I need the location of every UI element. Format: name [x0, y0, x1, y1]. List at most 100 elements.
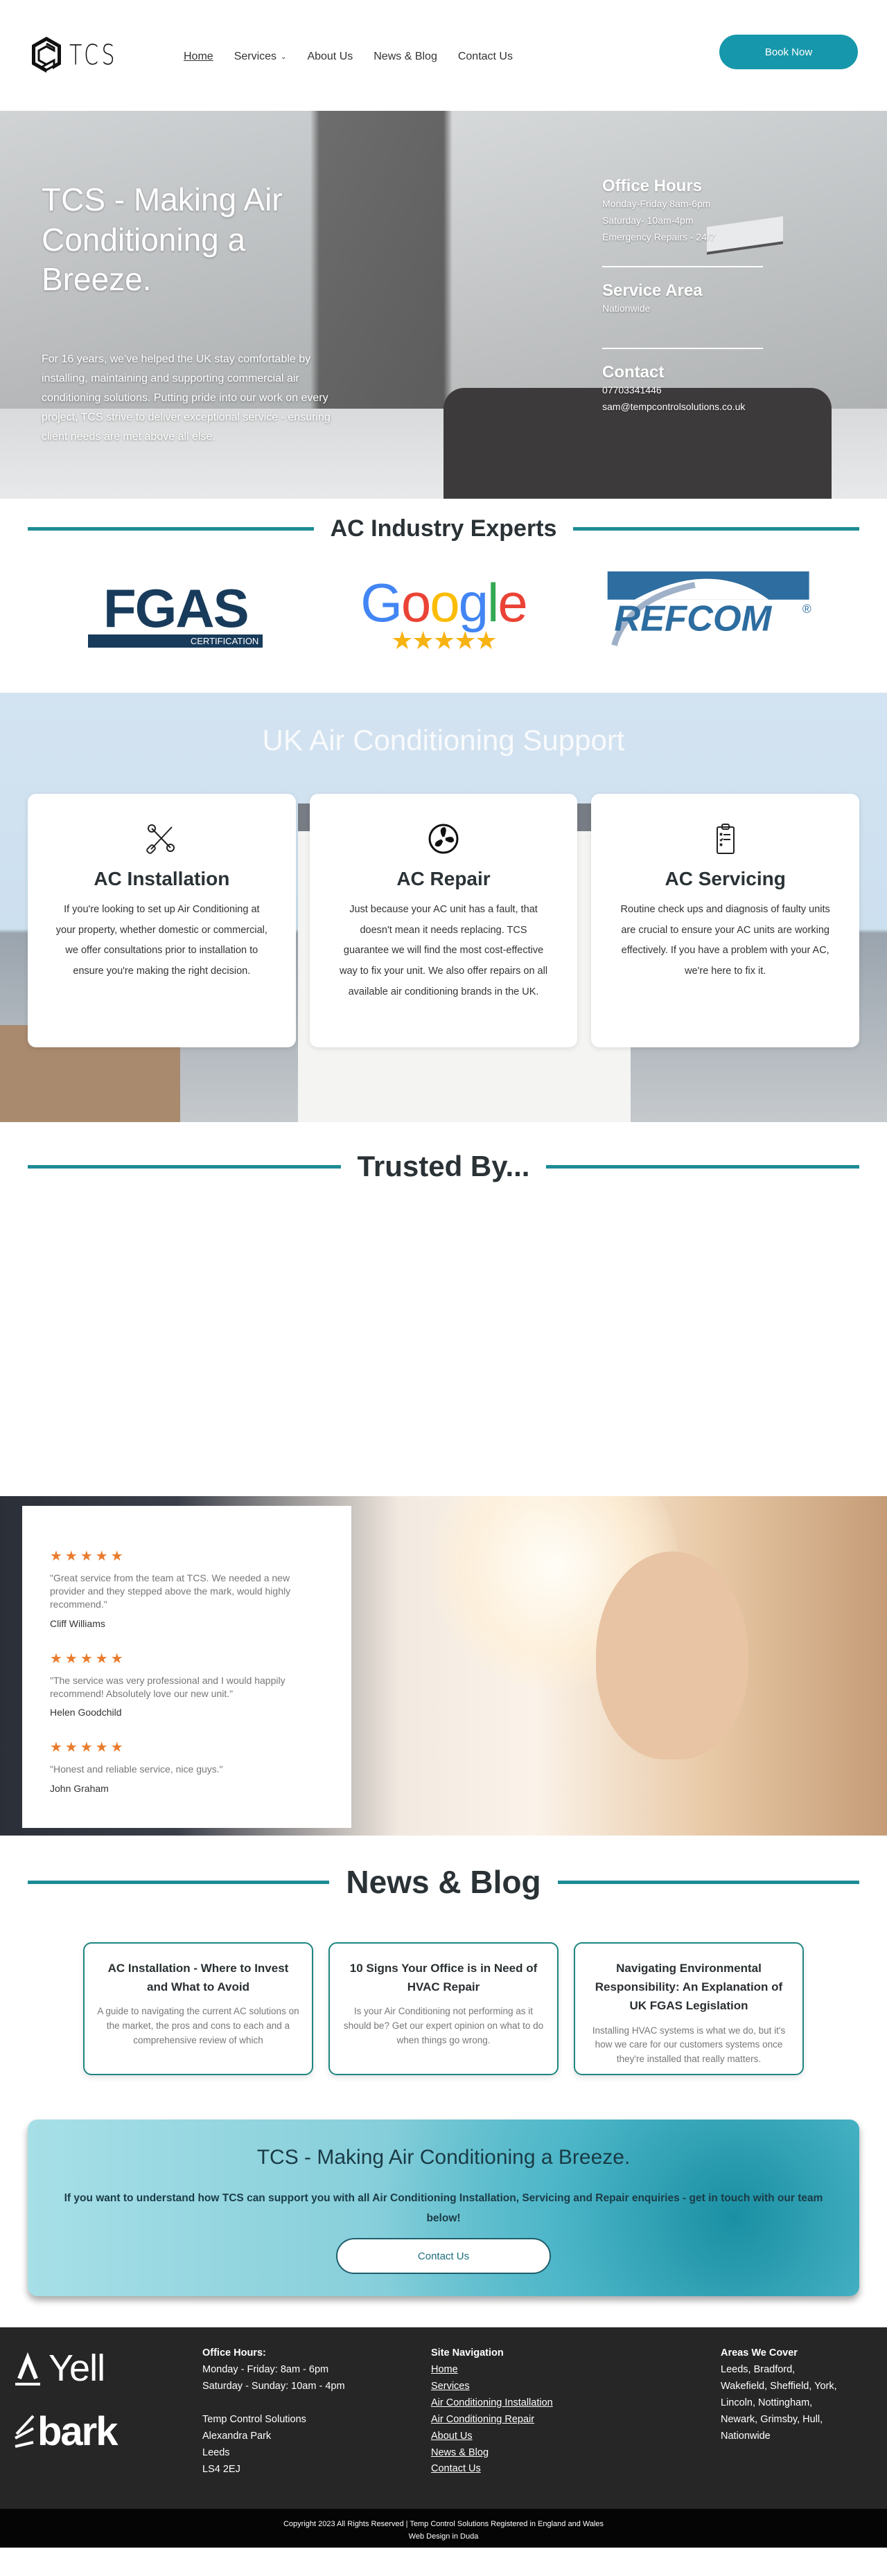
office-hours-line: Saturday- 10am-4pm: [602, 214, 694, 226]
hero-section: TCS - Making Air Conditioning a Breeze. …: [0, 111, 887, 499]
footer-link-about-us[interactable]: About Us: [431, 2428, 721, 2445]
customer-photo: [596, 1552, 748, 1759]
title-line-right: [557, 1880, 859, 1884]
copyright-text: Copyright 2023 All Rights Reserved | Tem…: [283, 2520, 604, 2528]
post-title: AC Installation - Where to Invest and Wh…: [107, 1962, 289, 1994]
office-hours-line: Monday-Friday 8am-6pm: [602, 198, 711, 209]
cta-title: TCS - Making Air Conditioning a Breeze.: [256, 2146, 631, 2169]
services-title: UK Air Conditioning Support: [262, 724, 625, 756]
nav-contact-label: Contact Us: [457, 51, 513, 62]
nav-contact-us[interactable]: Contact Us: [458, 51, 513, 63]
experts-title: AC Industry Experts: [330, 515, 557, 542]
title-line-left: [28, 1164, 341, 1169]
blog-post-card[interactable]: AC Installation - Where to Invest and Wh…: [83, 1942, 313, 2075]
fgas-logo: FGAS CERTIFICATION: [64, 570, 286, 660]
office-hours-line: Emergency Repairs - 24/7: [602, 231, 715, 242]
service-title: AC Repair: [396, 868, 491, 889]
reviews-section: ★★★★★ "Great service from the team at TC…: [0, 1496, 887, 1836]
reviewer-name: Helen Goodchild: [50, 1707, 122, 1718]
trusted-title: Trusted By...: [357, 1150, 530, 1182]
trusted-title-row: Trusted By...: [0, 1150, 887, 1183]
footer-link-services[interactable]: Services: [431, 2379, 721, 2395]
divider: [602, 266, 763, 268]
blog-posts: AC Installation - Where to Invest and Wh…: [0, 1942, 887, 2075]
experts-section: AC Industry Experts FGAS CERTIFICATION G…: [0, 499, 887, 693]
web-design-credit[interactable]: Web Design in Duda: [0, 2531, 887, 2543]
footer-link-ac-repair[interactable]: Air Conditioning Repair: [431, 2412, 721, 2428]
service-text: Just because your AC unit has a fault, t…: [339, 904, 548, 997]
site-header: TCS Home Services ⌄ About Us News & Blog …: [0, 0, 887, 111]
service-card-servicing[interactable]: AC Servicing Routine check ups and diagn…: [591, 794, 860, 1047]
google-logo-text: Google: [360, 571, 528, 633]
footer-area-line: Nationwide: [721, 2430, 771, 2442]
reviews-panel: ★★★★★ "Great service from the team at TC…: [22, 1506, 351, 1828]
nav-home-label: Home: [184, 51, 213, 62]
star-rating: ★★★★★: [50, 1740, 126, 1756]
review-text: "Great service from the team at TCS. We …: [50, 1572, 291, 1610]
service-card-repair[interactable]: AC Repair Just because your AC unit has …: [309, 794, 578, 1047]
tcs-logo[interactable]: TCS: [28, 34, 184, 77]
service-card-installation[interactable]: AC Installation If you're looking to set…: [28, 794, 296, 1047]
nav-about-label: About Us: [307, 51, 353, 62]
trusted-by-section: Trusted By...: [0, 1122, 887, 1496]
fan-icon: [428, 824, 459, 854]
experts-title-row: AC Industry Experts: [0, 515, 887, 542]
footer-areas-heading: Areas We Cover: [721, 2347, 798, 2359]
hero-title: TCS - Making Air Conditioning a Breeze.: [42, 181, 283, 297]
hero-info-panel: Office Hours Monday-Friday 8am-6pm Satur…: [602, 177, 763, 416]
footer-link-home[interactable]: Home: [431, 2362, 721, 2379]
footer-site-navigation: Site Navigation Home Services Air Condit…: [431, 2345, 721, 2509]
refcom-logo: REFCOM ®: [601, 570, 823, 660]
review-text: "The service was very professional and I…: [50, 1674, 286, 1699]
divider: [602, 348, 763, 350]
bark-lines-icon: [15, 2415, 35, 2448]
google-reviews-logo: Google ★★★★★: [333, 570, 554, 660]
footer-area-line: Newark, Grimsby, Hull,: [721, 2413, 823, 2425]
footer-link-contact-us[interactable]: Contact Us: [431, 2461, 721, 2478]
nav-about-us[interactable]: About Us: [307, 51, 353, 63]
chevron-down-icon: ⌄: [281, 53, 287, 61]
contact-us-button[interactable]: Contact Us: [336, 2238, 551, 2275]
footer-address-line: Leeds: [202, 2446, 230, 2458]
title-line-right: [573, 527, 860, 531]
footer-nav-heading: Site Navigation: [431, 2347, 504, 2359]
blog-post-card[interactable]: Navigating Environmental Responsibility:…: [574, 1942, 804, 2075]
news-title-row: News & Blog: [0, 1863, 887, 1901]
yell-logo-text: Yell: [49, 2347, 105, 2389]
title-line-left: [28, 527, 314, 531]
yell-logo[interactable]: Yell: [14, 2345, 202, 2387]
book-now-button[interactable]: Book Now: [719, 35, 858, 69]
post-excerpt: A guide to navigating the current AC sol…: [97, 2006, 299, 2046]
news-title: News & Blog: [346, 1864, 541, 1900]
footer-hours-heading: Office Hours:: [202, 2347, 266, 2359]
nav-home[interactable]: Home: [184, 51, 213, 63]
service-title: AC Servicing: [665, 868, 786, 889]
nav-news-label: News & Blog: [374, 51, 437, 62]
nav-services[interactable]: Services ⌄: [234, 51, 287, 63]
post-excerpt: Installing HVAC systems is what we do, b…: [592, 2025, 786, 2065]
contact-phone[interactable]: 07703341446: [602, 382, 763, 399]
title-line-left: [28, 1880, 330, 1884]
fgas-logo-text: FGAS: [103, 578, 249, 639]
nav-news-blog[interactable]: News & Blog: [374, 51, 437, 63]
footer-area-line: Leeds, Bradford,: [721, 2363, 796, 2375]
news-blog-section: News & Blog AC Installation - Where to I…: [0, 1836, 887, 2106]
service-text: If you're looking to set up Air Conditio…: [55, 904, 267, 977]
footer-link-news-blog[interactable]: News & Blog: [431, 2445, 721, 2462]
contact-email[interactable]: sam@tempcontrolsolutions.co.uk: [602, 399, 763, 416]
service-area-heading: Service Area: [602, 281, 703, 301]
footer-hours-line: Monday - Friday: 8am - 6pm: [202, 2363, 329, 2375]
footer-area-line: Wakefield, Sheffield, York,: [721, 2380, 837, 2392]
footer-address-line: Alexandra Park: [202, 2430, 272, 2442]
hero-description: For 16 years, we've helped the UK stay c…: [42, 353, 331, 443]
reviewer-name: Cliff Williams: [50, 1617, 105, 1629]
accreditation-logos: FGAS CERTIFICATION Google ★★★★★ REFCOM ®: [0, 570, 887, 660]
bark-logo[interactable]: bark: [14, 2412, 202, 2452]
blog-post-card[interactable]: 10 Signs Your Office is in Need of HVAC …: [328, 1942, 559, 2075]
footer-address-line: Temp Control Solutions: [202, 2413, 306, 2425]
logo-text: TCS: [69, 39, 118, 71]
services-section: UK Air Conditioning Support AC Installat…: [0, 693, 887, 1122]
footer-link-ac-installation[interactable]: Air Conditioning Installation: [431, 2395, 721, 2412]
cta-section: TCS - Making Air Conditioning a Breeze. …: [0, 2106, 887, 2327]
service-cards: AC Installation If you're looking to set…: [28, 794, 860, 1047]
